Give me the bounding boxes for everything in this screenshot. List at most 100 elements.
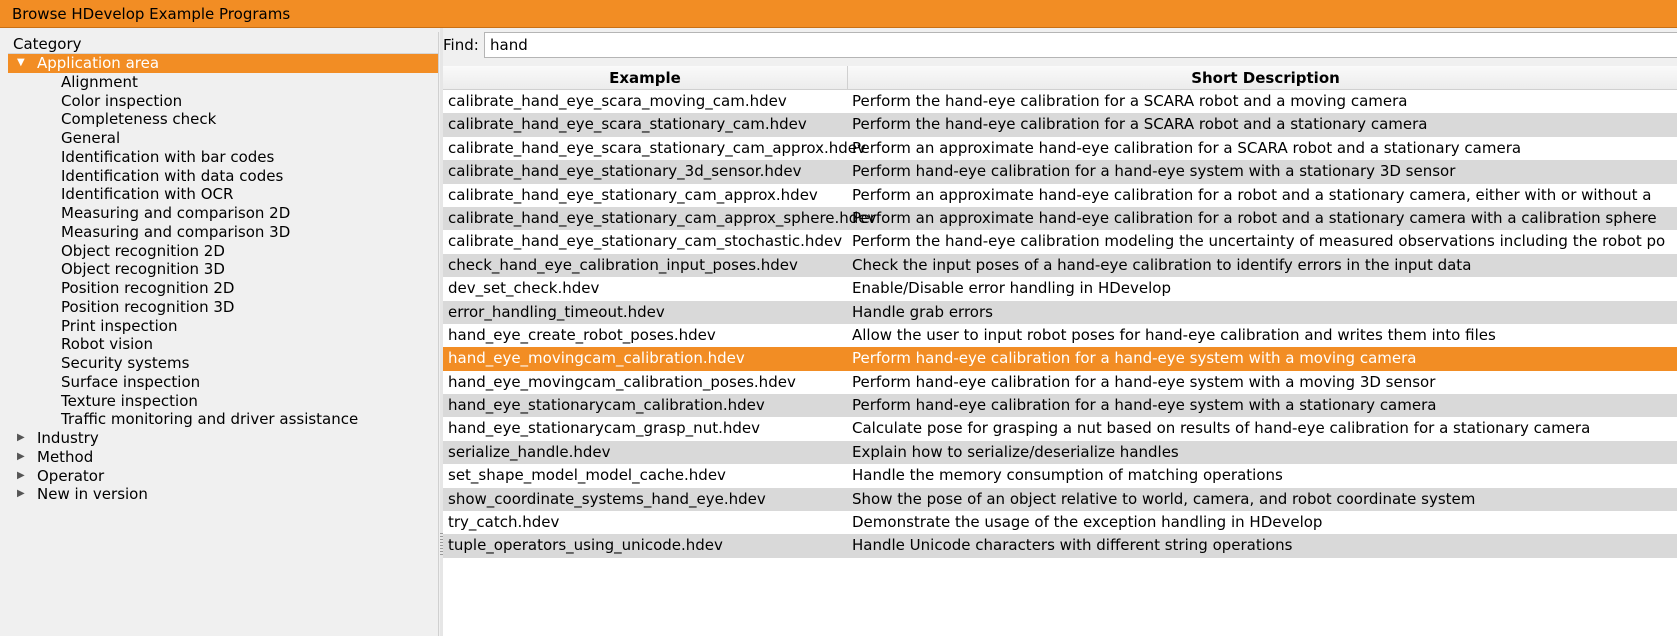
table-row[interactable]: calibrate_hand_eye_stationary_3d_sensor.…: [443, 160, 1677, 184]
caret-right-icon[interactable]: ▶: [17, 429, 29, 448]
tree-item-label: Operator: [37, 466, 105, 485]
tree-item-color-inspection[interactable]: Color inspection: [8, 92, 438, 111]
tree-item-method[interactable]: ▶ Method: [8, 448, 438, 467]
description-cell: Allow the user to input robot poses for …: [852, 325, 1496, 344]
tree-item-label: New in version: [37, 485, 148, 504]
tree-item-identification-with-bar-codes[interactable]: Identification with bar codes: [8, 148, 438, 167]
description-cell: Perform hand-eye calibration for a hand-…: [852, 349, 1417, 368]
table-row[interactable]: calibrate_hand_eye_scara_moving_cam.hdev…: [443, 90, 1677, 114]
table-row[interactable]: set_shape_model_model_cache.hdev Handle t…: [443, 464, 1677, 488]
description-cell: Enable/Disable error handling in HDevelo…: [852, 279, 1171, 298]
tree-item-operator[interactable]: ▶ Operator: [8, 467, 438, 486]
description-cell: Perform hand-eye calibration for a hand-…: [852, 372, 1436, 391]
example-cell: calibrate_hand_eye_stationary_cam_stocha…: [448, 232, 843, 251]
tree-item-completeness-check[interactable]: Completeness check: [8, 110, 438, 129]
description-cell: Perform hand-eye calibration for a hand-…: [852, 162, 1456, 181]
tree-item-label: Color inspection: [61, 91, 183, 110]
examples-table: Example Short Description calibrate_hand…: [443, 66, 1677, 636]
description-cell: Show the pose of an object relative to w…: [852, 489, 1476, 508]
description-cell: Perform an approximate hand-eye calibrat…: [852, 208, 1657, 227]
caret-right-icon[interactable]: ▶: [17, 467, 29, 486]
table-row[interactable]: dev_set_check.hdev Enable/Disable error h…: [443, 277, 1677, 301]
category-header: Category: [8, 32, 438, 54]
tree-item-measuring-and-comparison-2d[interactable]: Measuring and comparison 2D: [8, 204, 438, 223]
table-row[interactable]: try_catch.hdev Demonstrate the usage of t…: [443, 511, 1677, 535]
tree-item-label: Identification with OCR: [61, 185, 234, 204]
table-row[interactable]: hand_eye_stationarycam_calibration.hdev P…: [443, 394, 1677, 418]
tree-item-label: Object recognition 3D: [61, 260, 225, 279]
find-label: Find:: [443, 36, 479, 54]
tree-item-label: Completeness check: [61, 110, 217, 129]
table-row[interactable]: calibrate_hand_eye_stationary_cam_approx…: [443, 183, 1677, 207]
tree-item-label: Traffic monitoring and driver assistance: [61, 410, 359, 429]
category-tree: ▼ Application area Alignment Color inspecti…: [8, 54, 438, 504]
table-row[interactable]: show_coordinate_systems_hand_eye.hdev Sho…: [443, 487, 1677, 512]
tree-item-object-recognition-3d[interactable]: Object recognition 3D: [8, 260, 438, 279]
caret-right-icon[interactable]: ▶: [17, 485, 29, 504]
tree-item-texture-inspection[interactable]: Texture inspection: [8, 392, 438, 411]
table-row[interactable]: check_hand_eye_calibration_input_poses.h…: [443, 253, 1677, 278]
tree-item-label: General: [61, 129, 121, 147]
tree-item-label: Object recognition 2D: [61, 241, 225, 260]
tree-item-print-inspection[interactable]: Print inspection: [8, 317, 438, 336]
tree-item-label: Security systems: [61, 354, 190, 372]
example-cell: show_coordinate_systems_hand_eye.hdev: [448, 489, 766, 508]
find-input[interactable]: [484, 32, 1677, 58]
tree-item-label: Identification with data codes: [61, 166, 284, 185]
table-row[interactable]: tuple_operators_using_unicode.hdev Handle…: [443, 534, 1677, 558]
tree-item-alignment[interactable]: Alignment: [8, 73, 438, 92]
table-row[interactable]: calibrate_hand_eye_stationary_cam_approx…: [443, 206, 1677, 231]
tree-item-label: Application area: [37, 54, 160, 72]
table-row[interactable]: hand_eye_movingcam_calibration.hdev Perfo…: [443, 347, 1677, 371]
table-row[interactable]: calibrate_hand_eye_scara_stationary_cam.…: [443, 113, 1677, 137]
table-header: Example Short Description: [443, 66, 1677, 90]
example-cell: serialize_handle.hdev: [448, 442, 611, 461]
example-cell: hand_eye_create_robot_poses.hdev: [448, 325, 716, 344]
column-header-example[interactable]: Example: [443, 66, 848, 90]
description-cell: Perform the hand-eye calibration for a S…: [852, 92, 1408, 110]
description-cell: Perform an approximate hand-eye calibrat…: [852, 185, 1652, 204]
tree-item-new-in-version[interactable]: ▶ New in version: [8, 485, 438, 504]
tree-item-industry[interactable]: ▶ Industry: [8, 429, 438, 448]
tree-item-position-recognition-2d[interactable]: Position recognition 2D: [8, 279, 438, 298]
tree-item-position-recognition-3d[interactable]: Position recognition 3D: [8, 298, 438, 317]
caret-right-icon[interactable]: ▶: [17, 448, 29, 467]
tree-item-object-recognition-2d[interactable]: Object recognition 2D: [8, 242, 438, 261]
description-cell: Perform an approximate hand-eye calibrat…: [852, 138, 1522, 157]
example-cell: hand_eye_movingcam_calibration.hdev: [448, 349, 745, 368]
table-row[interactable]: error_handling_timeout.hdev Handle grab e…: [443, 300, 1677, 324]
caret-down-icon[interactable]: ▼: [17, 54, 29, 73]
tree-item-security-systems[interactable]: Security systems: [8, 354, 438, 373]
description-cell: Explain how to serialize/deserialize han…: [852, 442, 1179, 461]
example-cell: calibrate_hand_eye_scara_stationary_cam.…: [448, 115, 807, 134]
tree-item-measuring-and-comparison-3d[interactable]: Measuring and comparison 3D: [8, 223, 438, 242]
tree-item-label: Texture inspection: [61, 391, 198, 410]
tree-item-label: Measuring and comparison 2D: [61, 204, 291, 222]
example-cell: error_handling_timeout.hdev: [448, 302, 665, 321]
tree-item-robot-vision[interactable]: Robot vision: [8, 335, 438, 354]
tree-item-traffic-monitoring-and-driver-assistance[interactable]: Traffic monitoring and driver assistance: [8, 410, 438, 429]
example-cell: hand_eye_stationarycam_calibration.hdev: [448, 396, 765, 415]
table-row[interactable]: serialize_handle.hdev Explain how to seri…: [443, 440, 1677, 465]
tree-item-identification-with-data-codes[interactable]: Identification with data codes: [8, 167, 438, 186]
tree-item-application-area[interactable]: ▼ Application area: [8, 54, 438, 73]
tree-item-surface-inspection[interactable]: Surface inspection: [8, 373, 438, 392]
description-cell: Check the input poses of a hand-eye cali…: [852, 255, 1472, 274]
table-row[interactable]: hand_eye_stationarycam_grasp_nut.hdev Cal…: [443, 417, 1677, 441]
tree-item-identification-with-ocr[interactable]: Identification with OCR: [8, 185, 438, 204]
example-cell: hand_eye_movingcam_calibration_poses.hde…: [448, 372, 796, 391]
description-cell: Perform the hand-eye calibration for a S…: [852, 115, 1428, 134]
tree-item-general[interactable]: General: [8, 129, 438, 148]
column-header-short-description[interactable]: Short Description: [848, 66, 1677, 90]
description-cell: Calculate pose for grasping a nut based …: [852, 419, 1591, 438]
example-cell: calibrate_hand_eye_stationary_cam_approx…: [448, 185, 818, 204]
table-row[interactable]: hand_eye_create_robot_poses.hdev Allow th…: [443, 323, 1677, 348]
table-body: calibrate_hand_eye_scara_moving_cam.hdev…: [443, 90, 1677, 558]
tree-item-label: Position recognition 2D: [61, 279, 235, 297]
table-row[interactable]: calibrate_hand_eye_scara_stationary_cam_…: [443, 136, 1677, 161]
table-row[interactable]: hand_eye_movingcam_calibration_poses.hde…: [443, 370, 1677, 395]
tree-item-label: Measuring and comparison 3D: [61, 222, 291, 241]
tree-item-label: Robot vision: [61, 335, 153, 354]
example-cell: tuple_operators_using_unicode.hdev: [448, 536, 723, 555]
table-row[interactable]: calibrate_hand_eye_stationary_cam_stocha…: [443, 230, 1677, 254]
